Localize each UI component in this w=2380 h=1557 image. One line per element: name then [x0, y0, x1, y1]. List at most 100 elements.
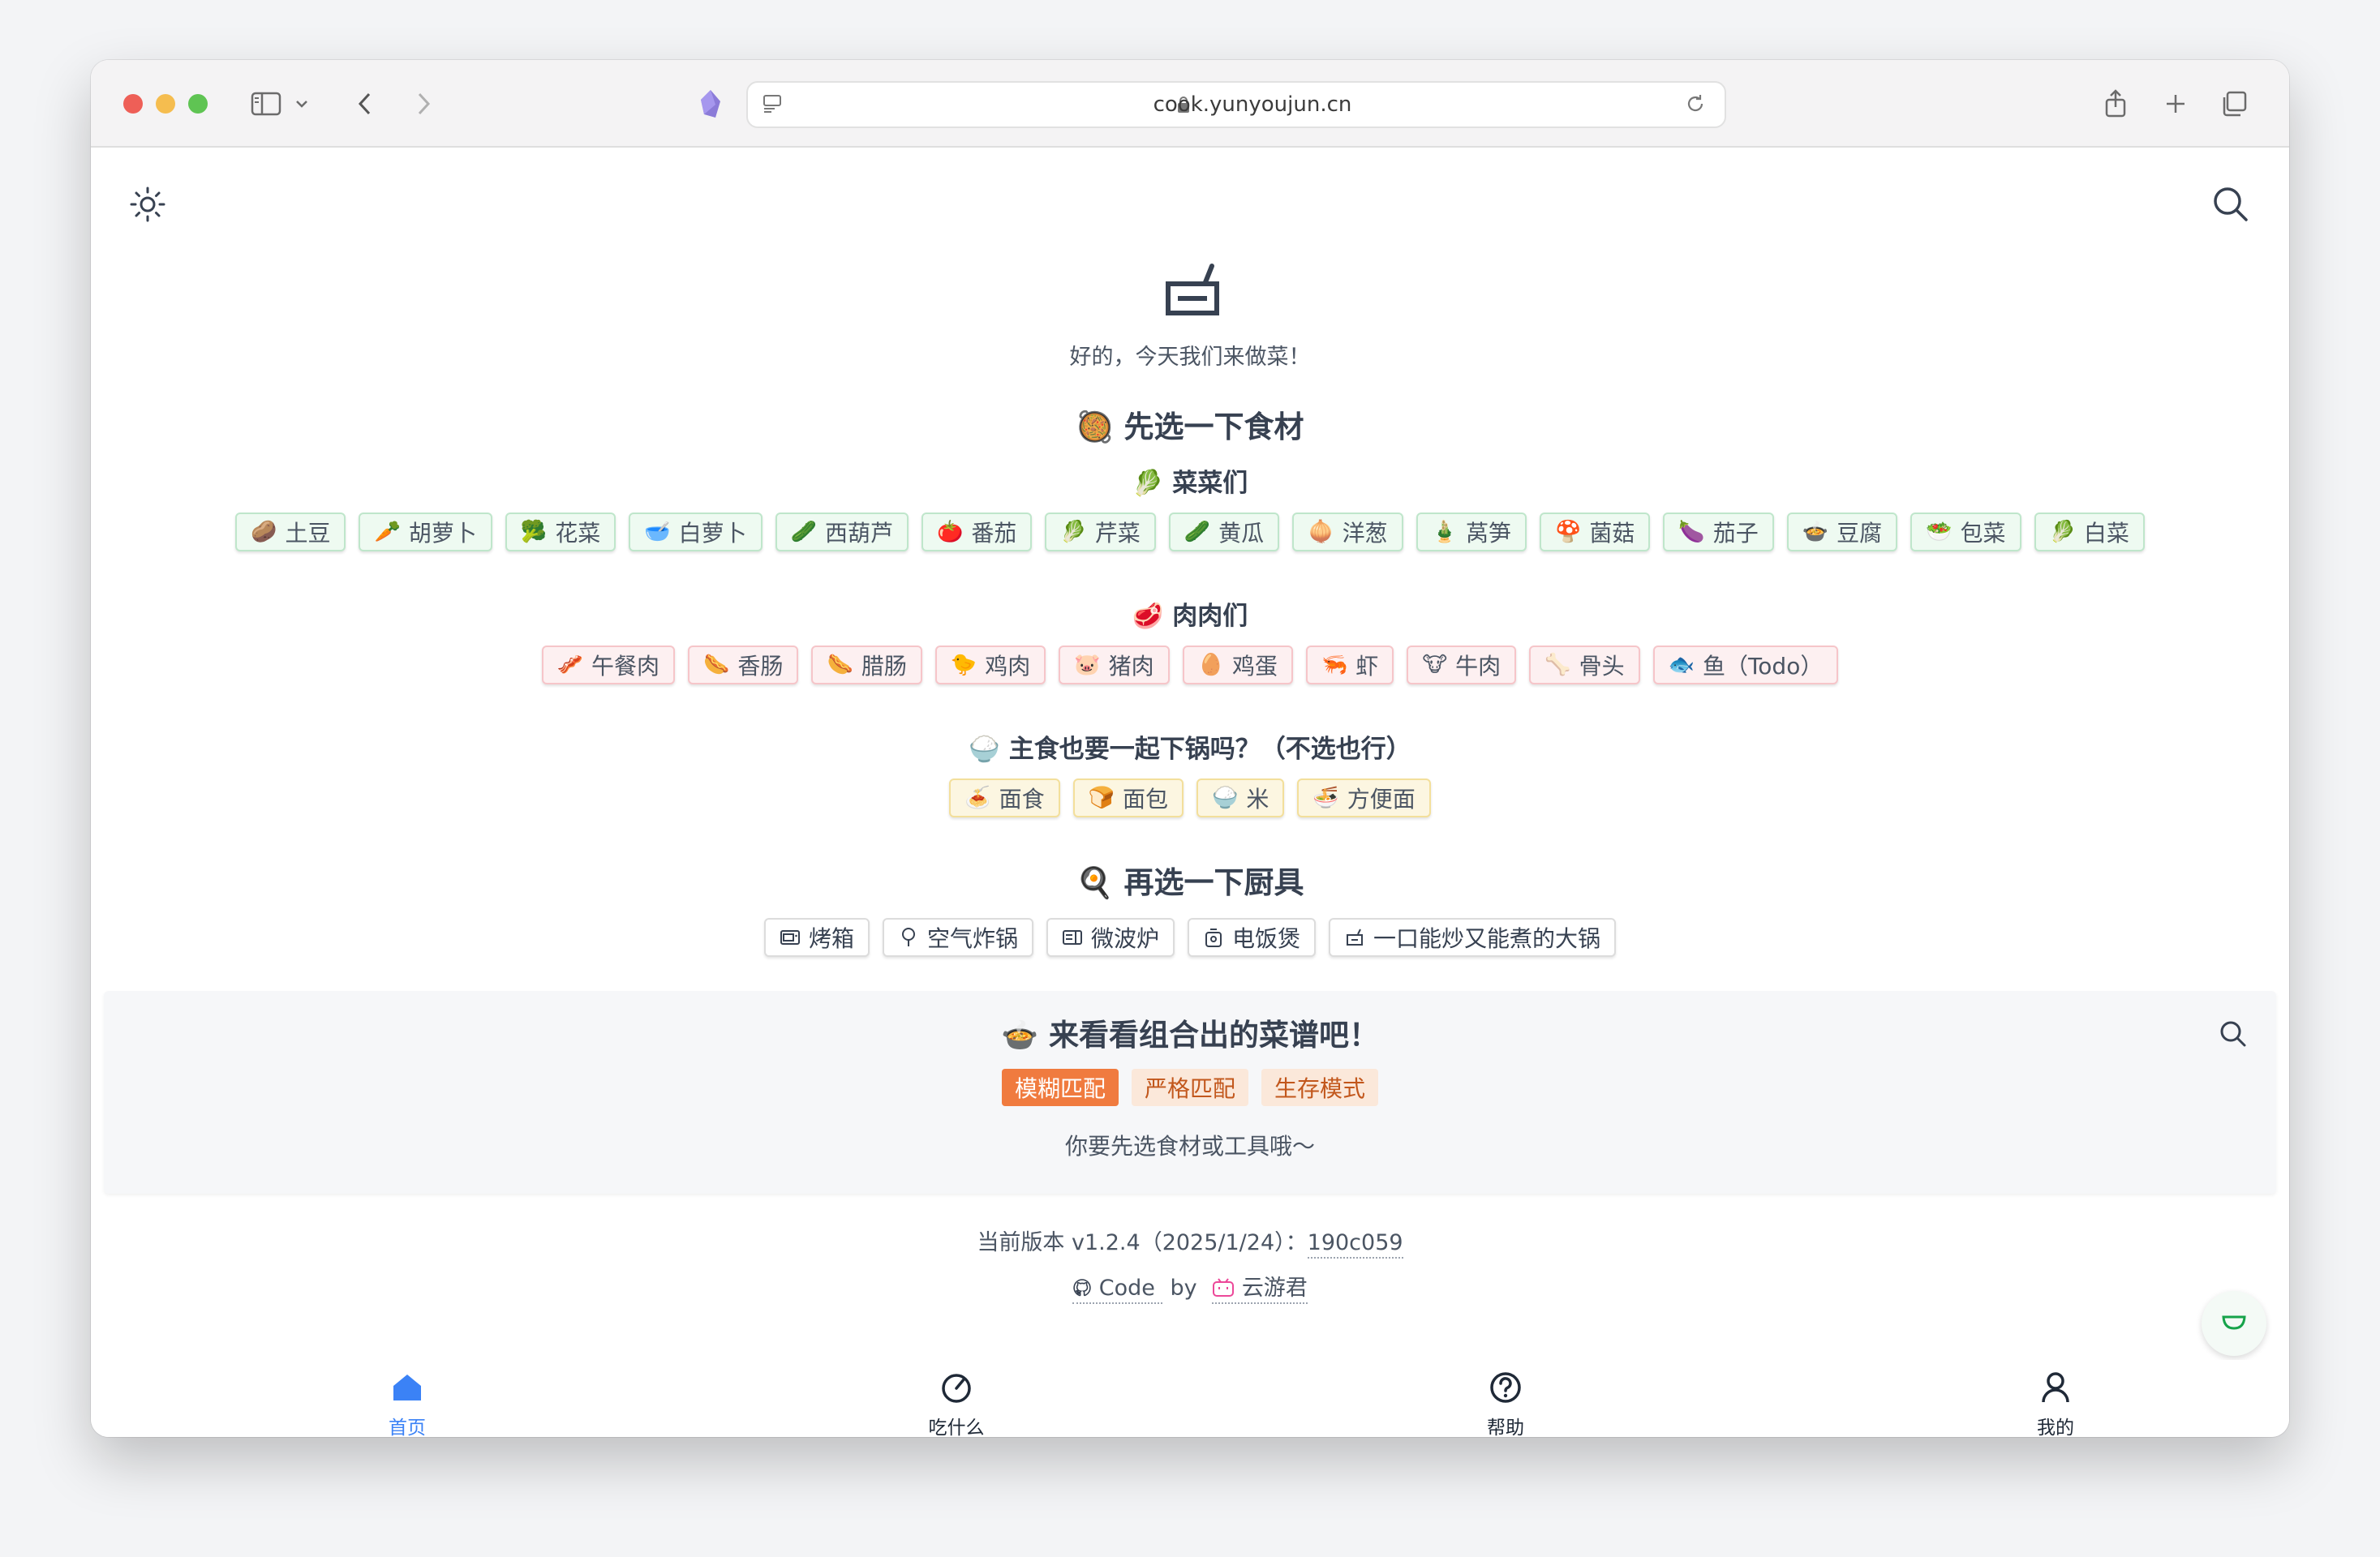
nav-what-to-eat[interactable]: 吃什么 [908, 1371, 1005, 1437]
vegetable-chip[interactable]: 🥬 白菜 [2034, 513, 2145, 551]
browser-window: cook.yunyoujun.cn 好的，今天我们来做菜！ 🥘 先选一下食材 🥬… [91, 60, 2289, 1437]
vegetable-chip[interactable]: 🥒 西葫芦 [775, 513, 909, 551]
meat-chip[interactable]: 🥚 鸡蛋 [1182, 646, 1293, 684]
meat-emoji: 🐤 [950, 653, 977, 677]
staple-label: 方便面 [1347, 786, 1416, 813]
vegetable-emoji: 🥬 [1060, 520, 1087, 544]
address-bar[interactable]: cook.yunyoujun.cn [746, 81, 1726, 128]
tool-label: 微波炉 [1090, 925, 1159, 952]
back-icon[interactable] [349, 84, 381, 123]
vegetable-chip[interactable]: 🍲 豆腐 [1786, 513, 1898, 551]
meat-chip[interactable]: 🦐 虾 [1306, 646, 1394, 684]
meat-chip[interactable]: 🌭 腊肠 [811, 646, 922, 684]
author-link[interactable]: 云游君 [1212, 1276, 1308, 1304]
new-tab-icon[interactable] [2158, 84, 2193, 123]
meat-label: 腊肠 [861, 653, 907, 680]
oven-icon [780, 927, 801, 948]
tool-chip[interactable]: 烤箱 [763, 918, 870, 957]
staple-chip[interactable]: 🍞 面包 [1072, 778, 1184, 817]
recipes-emoji: 🍲 [1001, 1018, 1039, 1053]
meat-emoji: 🐷 [1074, 653, 1101, 677]
recipes-title: 🍲 来看看组合出的菜谱吧！ [104, 1010, 2276, 1054]
forward-icon[interactable] [407, 84, 440, 123]
meats-title: 🥩 肉肉们 [91, 595, 2289, 632]
tool-label: 电饭煲 [1232, 925, 1301, 952]
vegetable-chip[interactable]: 🍅 番茄 [921, 513, 1033, 551]
zoom-window-button[interactable] [188, 94, 208, 114]
greeting-text: 好的，今天我们来做菜！ [1069, 345, 1311, 370]
staple-chip[interactable]: 🍝 面食 [949, 778, 1060, 817]
tab-overview-icon[interactable] [2216, 84, 2252, 123]
vegetable-chip[interactable]: 🥦 花菜 [505, 513, 616, 551]
recipes-title-text: 来看看组合出的菜谱吧！ [1048, 1018, 1379, 1053]
meat-emoji: 🌭 [827, 653, 853, 677]
theme-toggle-sun-icon[interactable] [128, 185, 167, 227]
vegetable-chip[interactable]: 🍄 菌菇 [1539, 513, 1651, 551]
vegetable-emoji: 🍆 [1678, 520, 1705, 544]
tool-chip[interactable]: 电饭煲 [1188, 918, 1317, 957]
meat-emoji: 🐟 [1668, 653, 1695, 677]
close-window-button[interactable] [123, 94, 143, 114]
vegetable-emoji: 🍅 [937, 520, 964, 544]
extension-icon[interactable] [693, 84, 728, 123]
vegetable-chip[interactable]: 🥗 包菜 [1910, 513, 2021, 551]
section-title-text: 先选一下食材 [1123, 410, 1304, 444]
tool-chip[interactable]: 微波炉 [1046, 918, 1175, 957]
mode-fuzzy-button[interactable]: 模糊匹配 [1001, 1069, 1119, 1106]
staple-chip[interactable]: 🍚 米 [1196, 778, 1285, 817]
vegetable-chip[interactable]: 🎍 莴笋 [1416, 513, 1527, 551]
nav-profile-label: 我的 [2037, 1418, 2074, 1437]
staples-title: 🍚 主食也要一起下锅吗？（不选也行） [91, 728, 2289, 765]
code-link[interactable]: Code [1072, 1276, 1162, 1304]
tools-row: 烤箱 空气炸锅 微波炉 电饭煲 一口能炒又能煮的大锅 [91, 918, 2289, 957]
meat-chip[interactable]: 🐤 鸡肉 [934, 646, 1046, 684]
sidebar-toggle-icon[interactable] [247, 84, 286, 123]
vegetable-label: 西葫芦 [825, 520, 894, 547]
microwave-icon [1062, 927, 1083, 948]
recipes-hint: 你要先选食材或工具哦～ [1064, 1133, 1315, 1160]
meat-chip[interactable]: 🐟 鱼（Todo） [1652, 646, 1839, 684]
vegetable-chip[interactable]: 🥬 芹菜 [1045, 513, 1156, 551]
meat-label: 香肠 [737, 653, 784, 680]
vegetable-chip[interactable]: 🥔 土豆 [235, 513, 346, 551]
meat-chip[interactable]: 🦴 骨头 [1529, 646, 1640, 684]
mode-survival-button[interactable]: 生存模式 [1261, 1069, 1379, 1106]
meat-emoji: 🥓 [556, 653, 584, 677]
vegetable-label: 花菜 [555, 520, 601, 547]
bowl-icon [2221, 1313, 2247, 1334]
tool-chip[interactable]: 一口能炒又能煮的大锅 [1329, 918, 1617, 957]
staple-chip[interactable]: 🍜 方便面 [1297, 778, 1431, 817]
nav-profile[interactable]: 我的 [2007, 1371, 2104, 1437]
nav-help[interactable]: 帮助 [1457, 1371, 1554, 1437]
vegetable-emoji: 🧅 [1308, 520, 1334, 544]
meat-chip[interactable]: 🌭 香肠 [688, 646, 799, 684]
section-emoji: 🥘 [1076, 410, 1114, 444]
mode-strict-button[interactable]: 严格匹配 [1131, 1069, 1248, 1106]
vegetable-emoji: 🎍 [1431, 520, 1458, 544]
meat-label: 骨头 [1579, 653, 1625, 680]
vegetable-chip[interactable]: 🥕 胡萝卜 [359, 513, 492, 551]
vegetable-label: 茄子 [1712, 520, 1759, 547]
meat-label: 鸡蛋 [1231, 653, 1278, 680]
vegetable-emoji: 🥒 [1184, 520, 1211, 544]
chevron-down-icon[interactable] [290, 84, 313, 123]
staple-label: 面食 [999, 786, 1045, 813]
reload-icon[interactable] [1679, 84, 1712, 123]
share-icon[interactable] [2098, 84, 2133, 123]
section-title-tools: 🍳 再选一下厨具 [91, 858, 2289, 902]
search-icon[interactable] [2210, 183, 2252, 229]
minimize-window-button[interactable] [156, 94, 175, 114]
vegetable-chip[interactable]: 🥣 白萝卜 [629, 513, 763, 551]
tool-chip[interactable]: 空气炸锅 [882, 918, 1033, 957]
vegetable-chip[interactable]: 🍆 茄子 [1663, 513, 1774, 551]
vegetable-chip[interactable]: 🧅 洋葱 [1292, 513, 1403, 551]
meat-chip[interactable]: 🐮 牛肉 [1407, 646, 1517, 684]
vegetable-chip[interactable]: 🥒 黄瓜 [1168, 513, 1280, 551]
meat-chip[interactable]: 🥓 午餐肉 [541, 646, 676, 684]
meat-chip[interactable]: 🐷 猪肉 [1059, 646, 1170, 684]
staple-emoji: 🍚 [1212, 786, 1239, 810]
floating-bowl-button[interactable] [2202, 1291, 2266, 1356]
recipes-search-icon[interactable] [2218, 1019, 2249, 1053]
nav-home[interactable]: 首页 [359, 1371, 456, 1437]
commit-link[interactable]: 190c059 [1307, 1230, 1403, 1259]
